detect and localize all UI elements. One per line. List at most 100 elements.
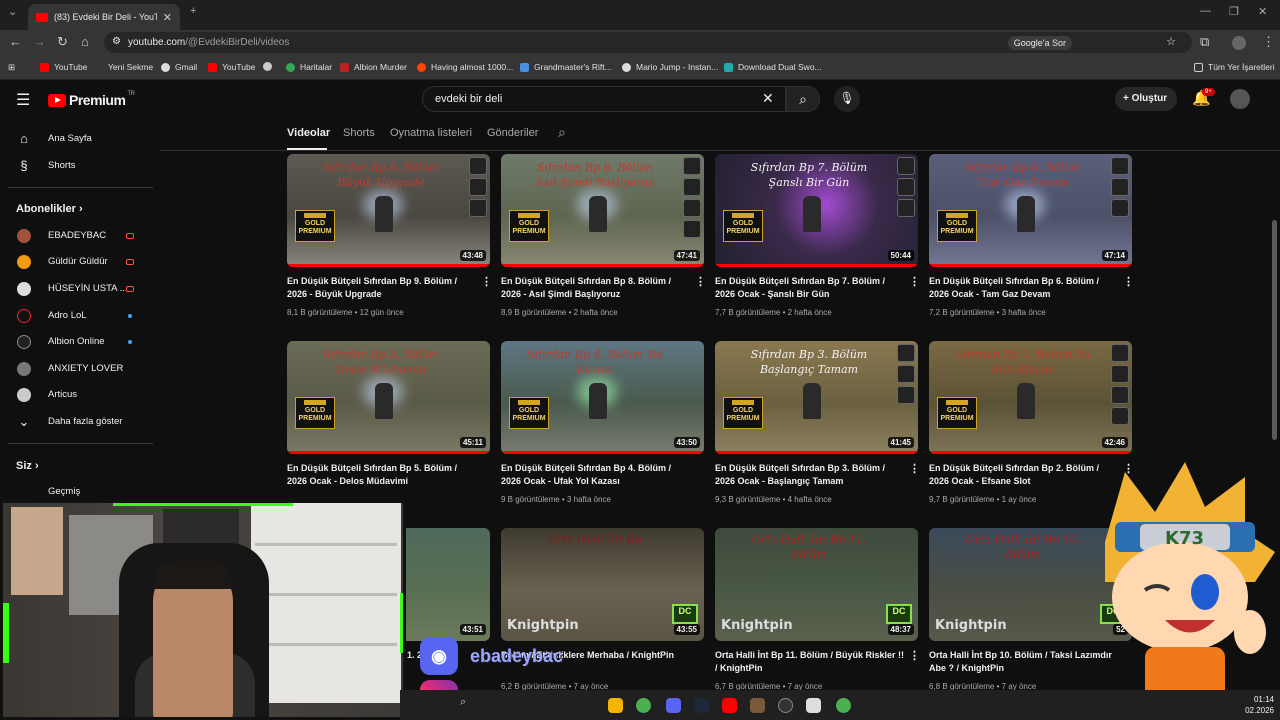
- game-icon[interactable]: [750, 698, 765, 713]
- premium-label: PREMIUM: [726, 415, 760, 422]
- video-title[interactable]: En Düşük Bütçeli Sıfırdan Bp 6. Bölüm / …: [929, 275, 1119, 301]
- browser-tab[interactable]: (83) Evdeki Bir Deli - YouTube ✕: [28, 4, 180, 30]
- character-figure: [375, 383, 393, 419]
- address-bar[interactable]: ⚙ youtube.com/@EvdekiBirDeli/videos Goog…: [104, 32, 1192, 53]
- tab-posts[interactable]: Gönderiler: [487, 127, 538, 139]
- video-menu-icon[interactable]: ⋮: [1123, 275, 1134, 288]
- video-title[interactable]: En Düşük Bütçeli Sıfırdan Bp 3. Bölüm / …: [715, 462, 905, 488]
- discord-icon[interactable]: [666, 698, 681, 713]
- tab-videos[interactable]: Videolar: [287, 127, 330, 139]
- video-menu-icon[interactable]: ⋮: [909, 462, 920, 475]
- channel-search-icon[interactable]: ⌕: [558, 124, 566, 141]
- sidebar-sub-adro[interactable]: Adro LoL: [48, 310, 87, 321]
- maximize-icon[interactable]: ❐: [1229, 5, 1239, 18]
- bookmark-mario[interactable]: Mario Jump - Instan...: [622, 62, 718, 72]
- bookmark-having[interactable]: Having almost 1000...: [417, 62, 513, 72]
- hamburger-menu-icon[interactable]: ☰: [16, 90, 30, 110]
- chrome-icon[interactable]: [836, 698, 851, 713]
- video-thumbnail[interactable]: Sıfırdan Bp 8. Bölüm Asıl Şimdi Başlıyor…: [501, 154, 704, 267]
- sidebar-item-shorts[interactable]: Shorts: [48, 160, 75, 171]
- tab-playlists[interactable]: Oynatma listeleri: [390, 127, 472, 139]
- video-thumbnail[interactable]: Orta Halli İnt Bp 11. Bölüm Knightpin DC…: [715, 528, 918, 641]
- home-icon[interactable]: ⌂: [81, 35, 89, 49]
- voice-search-button[interactable]: 🎙: [834, 86, 860, 112]
- bookmark-youtube-2[interactable]: YouTube: [208, 62, 255, 72]
- forward-icon[interactable]: →: [33, 35, 46, 49]
- video-title[interactable]: En Düşük Bütçeli Sıfırdan Bp 4. Bölüm / …: [501, 462, 691, 488]
- youtube-logo[interactable]: Premium TR: [48, 91, 135, 108]
- apps-grid-icon[interactable]: ⊞: [8, 62, 15, 73]
- back-icon[interactable]: ←: [9, 35, 22, 49]
- video-menu-icon[interactable]: ⋮: [481, 275, 492, 288]
- video-thumbnail[interactable]: Sıfırdan Bp 5. Bölüm Delos Müdavimi GOLD…: [287, 341, 490, 454]
- reload-icon[interactable]: ↻: [57, 35, 68, 49]
- character-figure: [589, 383, 607, 419]
- bookmark-albion[interactable]: Albion Murder: [340, 62, 407, 72]
- file-explorer-icon[interactable]: [608, 698, 623, 713]
- profile-avatar[interactable]: [1232, 36, 1246, 50]
- extensions-icon[interactable]: ⧉: [1200, 35, 1209, 49]
- bookmark-gmail[interactable]: Gmail: [161, 62, 197, 72]
- search-icon[interactable]: ⌕: [460, 696, 466, 709]
- all-bookmarks[interactable]: Tüm Yer İşaretleri: [1194, 62, 1275, 72]
- app-icon[interactable]: [806, 698, 821, 713]
- new-tab-icon[interactable]: +: [190, 5, 196, 17]
- bookmark-new-tab[interactable]: Yeni Sekme: [108, 62, 153, 72]
- video-menu-icon[interactable]: ⋮: [695, 275, 706, 288]
- video-thumbnail[interactable]: Sıfırdan Bp 9. Bölüm Büyük Upgrade GOLD P…: [287, 154, 490, 267]
- video-title[interactable]: En Düşük Bütçeli Sıfırdan Bp 7. Bölüm / …: [715, 275, 905, 301]
- premium-label: PREMIUM: [940, 415, 974, 422]
- search-input[interactable]: evdeki bir deli: [422, 86, 786, 112]
- site-info-icon[interactable]: ⚙: [112, 36, 121, 47]
- video-thumbnail[interactable]: Sıfırdan Bp 6. Bölüm Tam Gaz Devam GOLD P…: [929, 154, 1132, 267]
- sidebar-sub-huseyin[interactable]: HÜSEYİN USTA ...: [48, 283, 128, 294]
- bookmark-globe[interactable]: [263, 62, 277, 71]
- video-title[interactable]: En Düşük Bütçeli Sıfırdan Bp 9. Bölüm / …: [287, 275, 477, 301]
- close-window-icon[interactable]: ✕: [1258, 5, 1267, 18]
- google-ask-button[interactable]: Google'a Sor: [1007, 36, 1072, 50]
- search-button[interactable]: ⌕: [786, 86, 820, 112]
- sidebar-sub-articus[interactable]: Articus: [48, 389, 77, 400]
- obs-icon[interactable]: [778, 698, 793, 713]
- video-title[interactable]: En Düşük Bütçeli Sıfırdan Bp 8. Bölüm / …: [501, 275, 691, 301]
- video-title[interactable]: En Düşük Bütçeli Sıfırdan Bp 5. Bölüm / …: [287, 462, 477, 488]
- bookmark-youtube[interactable]: YouTube: [40, 62, 87, 72]
- bookmark-maps[interactable]: Haritalar: [286, 62, 332, 72]
- chrome-icon[interactable]: [636, 698, 651, 713]
- sidebar-sub-anxiety[interactable]: ANXIETY LOVER: [48, 363, 123, 374]
- sidebar-item-home[interactable]: Ana Sayfa: [48, 133, 92, 144]
- bookmark-star-icon[interactable]: ☆: [1166, 35, 1176, 48]
- steam-icon[interactable]: [694, 698, 709, 713]
- gold-premium-badge: GOLD PREMIUM: [509, 397, 549, 429]
- sidebar-sub-albion[interactable]: Albion Online: [48, 336, 105, 347]
- minimize-icon[interactable]: —: [1200, 5, 1211, 17]
- bookmark-grandmaster[interactable]: Grandmaster's Rift...: [520, 62, 612, 72]
- video-thumbnail[interactable]: Sıfırdan Bp 7. Bölüm Şanslı Bir Gün GOLD…: [715, 154, 918, 267]
- video-thumbnail[interactable]: Sıfırdan Bp 2. Bölüm Bu Slot Efsane GOLD…: [929, 341, 1132, 454]
- close-tab-icon[interactable]: ✕: [163, 11, 172, 24]
- video-menu-icon[interactable]: ⋮: [909, 649, 920, 662]
- you-heading[interactable]: Siz ›: [16, 460, 39, 472]
- menu-kebab-icon[interactable]: ⋮: [1262, 35, 1275, 49]
- subscriptions-heading[interactable]: Abonelikler ›: [16, 203, 83, 215]
- sidebar-item-history[interactable]: Geçmiş: [48, 486, 80, 497]
- video-thumbnail[interactable]: Sıfırdan Bp 3. Bölüm Başlangıç Tamam GOL…: [715, 341, 918, 454]
- premium-label: PREMIUM: [940, 228, 974, 235]
- sidebar-sub-guldur[interactable]: Güldür Güldür: [48, 256, 108, 267]
- video-thumbnail[interactable]: Orta Halli İnt Bp Knightpin DC 43:55: [501, 528, 704, 641]
- clear-search-icon[interactable]: ✕: [762, 90, 774, 107]
- tab-search-icon[interactable]: ⌄: [8, 5, 17, 18]
- video-thumbnail[interactable]: Sıfırdan Bp 4. Bölüm Yol Kazası GOLD PREM…: [501, 341, 704, 454]
- video-menu-icon[interactable]: ⋮: [909, 275, 920, 288]
- create-button[interactable]: + Oluştur: [1115, 87, 1178, 111]
- show-more-button[interactable]: Daha fazla göster: [48, 416, 122, 427]
- video-title[interactable]: Orta Halli İnt Bp 11. Bölüm / Büyük Risk…: [715, 649, 905, 675]
- scrollbar[interactable]: [1272, 220, 1277, 440]
- sidebar-sub-ebadeybac[interactable]: EBADEYBAC: [48, 230, 106, 241]
- system-clock[interactable]: 01:14 02.2026: [1245, 694, 1274, 716]
- account-avatar[interactable]: [1230, 89, 1250, 109]
- tab-shorts[interactable]: Shorts: [343, 127, 375, 139]
- bookmark-download[interactable]: Download Dual Swo...: [724, 62, 822, 72]
- knightpin-logo: Knightpin: [935, 618, 1007, 633]
- youtube-icon[interactable]: [722, 698, 737, 713]
